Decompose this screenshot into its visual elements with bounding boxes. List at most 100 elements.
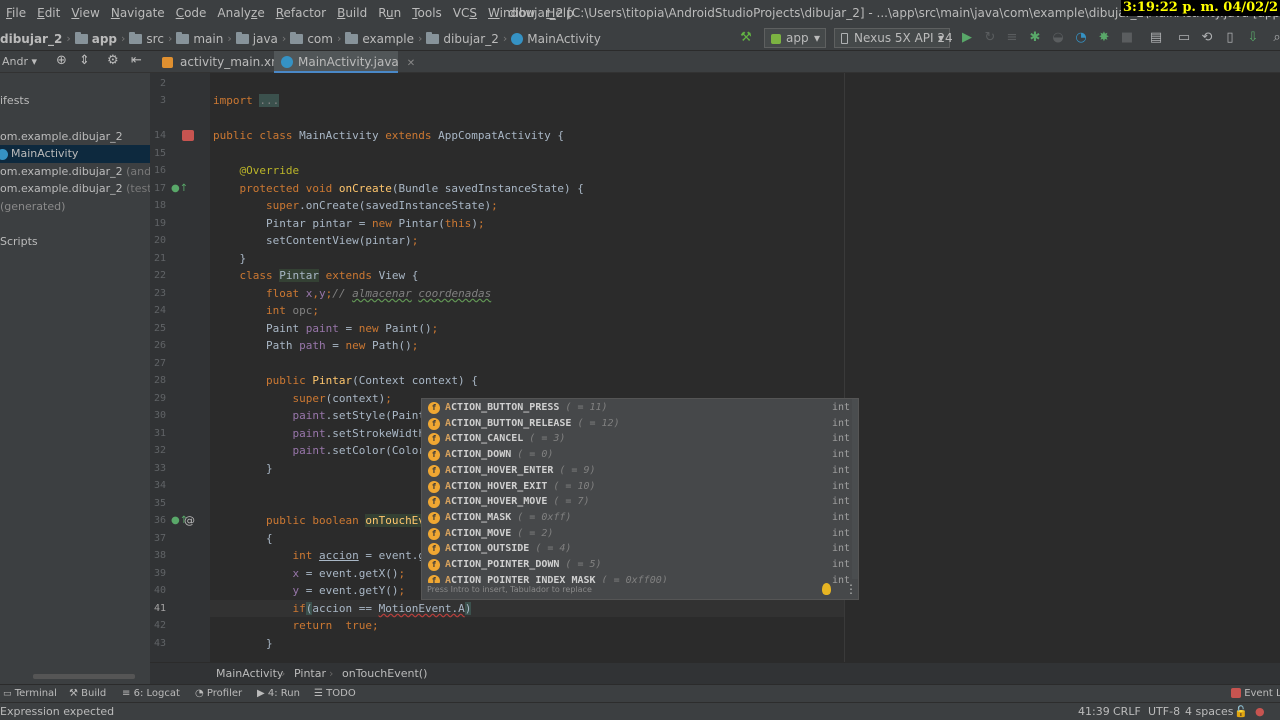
crumb-app[interactable]: app › bbox=[74, 26, 130, 51]
annotation-icon: @ bbox=[184, 514, 195, 527]
override-icon[interactable]: ●↑ bbox=[171, 183, 188, 194]
tab-profiler[interactable]: ◔ Profiler bbox=[195, 685, 242, 703]
project-structure-icon[interactable]: ▤ bbox=[1147, 29, 1165, 47]
crumb-method[interactable]: onTouchEvent() bbox=[342, 663, 427, 685]
code-line-19: Pintar pintar = new Pintar(this); bbox=[213, 217, 485, 230]
tree-item-generated[interactable]: (generated) bbox=[0, 198, 65, 216]
menu-analyze[interactable]: Analyze bbox=[217, 0, 264, 26]
avd-manager-icon[interactable]: ▯ bbox=[1221, 29, 1239, 47]
tab-main-activity-java[interactable]: MainActivity.java ✕ bbox=[274, 51, 415, 73]
lightbulb-icon[interactable] bbox=[822, 583, 831, 595]
tab-build[interactable]: ⚒ Build bbox=[69, 685, 106, 703]
tree-item-main-activity[interactable]: MainActivity bbox=[0, 145, 150, 163]
autocomplete-item[interactable]: f ACTION_CANCEL( = 3) int bbox=[422, 431, 858, 447]
menu-edit[interactable]: Edit bbox=[37, 0, 60, 26]
crumb-main[interactable]: main › bbox=[176, 26, 235, 51]
sync-gradle-icon[interactable]: ⟲ bbox=[1198, 29, 1216, 47]
tree-item-package-test[interactable]: om.example.dibujar_2 (test) bbox=[0, 180, 150, 198]
device-select[interactable]: Nexus 5X API 24 ▾ bbox=[834, 28, 953, 48]
tree-item-package-android-test[interactable]: om.example.dibujar_2 (androidT bbox=[0, 163, 150, 181]
chevron-right-icon: › bbox=[336, 32, 342, 45]
tab-label: activity_main.xml bbox=[180, 55, 287, 69]
collapse-icon[interactable]: ⇕ bbox=[79, 53, 90, 68]
autocomplete-item[interactable]: f ACTION_MASK( = 0xff) int bbox=[422, 510, 858, 526]
line-number: 29 bbox=[153, 393, 166, 404]
tree-item-package[interactable]: om.example.dibujar_2 bbox=[0, 128, 123, 146]
lock-icon[interactable]: 🔓 bbox=[1234, 703, 1248, 720]
crumb-com[interactable]: com › bbox=[290, 26, 345, 51]
profile-icon[interactable]: ◔ bbox=[1072, 29, 1090, 47]
popup-scrollbar[interactable] bbox=[852, 399, 858, 579]
attach-debugger-icon[interactable]: ✸ bbox=[1095, 29, 1113, 47]
run-icon[interactable]: ▶ bbox=[958, 29, 976, 47]
event-log-button[interactable]: Event L bbox=[1231, 685, 1280, 703]
menu-file[interactable]: File bbox=[6, 0, 26, 26]
search-icon[interactable]: ⌕ bbox=[1268, 29, 1280, 47]
autocomplete-item[interactable]: f ACTION_HOVER_EXIT( = 10) int bbox=[422, 479, 858, 495]
field-icon: f bbox=[428, 511, 440, 524]
tab-run[interactable]: ▶ 4: Run bbox=[257, 685, 300, 703]
autocomplete-item[interactable]: f ACTION_BUTTON_RELEASE( = 12) int bbox=[422, 416, 858, 432]
crumb-dibujar_2[interactable]: dibujar_2 › bbox=[0, 26, 75, 51]
sdk-manager-icon[interactable]: ⇩ bbox=[1244, 29, 1262, 47]
tree-item-manifests[interactable]: ifests bbox=[0, 92, 29, 110]
apply-changes-icon[interactable]: ↻ bbox=[981, 29, 999, 47]
menu-build[interactable]: Build bbox=[337, 0, 367, 26]
run-class-icon[interactable] bbox=[182, 130, 194, 141]
menu-vcs[interactable]: VCS bbox=[453, 0, 477, 26]
autocomplete-item[interactable]: f ACTION_MOVE( = 2) int bbox=[422, 526, 858, 542]
crumb-example[interactable]: example › bbox=[345, 26, 426, 51]
menu-view[interactable]: View bbox=[71, 0, 99, 26]
line-separator[interactable]: CRLF bbox=[1113, 703, 1141, 720]
close-icon[interactable]: ✕ bbox=[407, 58, 415, 69]
indent-setting[interactable]: 4 spaces bbox=[1185, 703, 1234, 720]
autocomplete-item[interactable]: f ACTION_HOVER_MOVE( = 7) int bbox=[422, 494, 858, 510]
item-name: CTION_BUTTON_PRESS bbox=[451, 402, 560, 413]
inspector-icon[interactable]: ● bbox=[1255, 703, 1265, 720]
chevron-down-icon: ▾ bbox=[937, 31, 944, 45]
hammer-icon[interactable]: ⚒ bbox=[737, 29, 755, 47]
crumb-dibujar_2[interactable]: dibujar_2 › bbox=[426, 26, 511, 51]
debug-icon[interactable]: ✱ bbox=[1026, 29, 1044, 47]
crumb-inner-class[interactable]: Pintar bbox=[294, 663, 326, 685]
hide-icon[interactable]: ⇤ bbox=[131, 53, 142, 68]
crumb-mainactivity[interactable]: MainActivity bbox=[511, 26, 601, 51]
code-line-32: paint.setColor(Color. bbox=[292, 444, 432, 457]
menu-code[interactable]: Code bbox=[176, 0, 207, 26]
autocomplete-popup[interactable]: f ACTION_BUTTON_PRESS( = 11) int f ACTION_BU… bbox=[421, 398, 859, 600]
run-config-select[interactable]: app ▾ bbox=[764, 28, 826, 48]
menu-tools[interactable]: Tools bbox=[412, 0, 442, 26]
menu-run[interactable]: Run bbox=[378, 0, 401, 26]
autocomplete-item[interactable]: f ACTION_POINTER_DOWN( = 5) int bbox=[422, 557, 858, 573]
autocomplete-item[interactable]: f ACTION_DOWN( = 0) int bbox=[422, 447, 858, 463]
project-view-label[interactable]: Andr bbox=[2, 55, 28, 68]
layout-inspector-icon[interactable]: ▭ bbox=[1175, 29, 1193, 47]
autocomplete-item[interactable]: f ACTION_OUTSIDE( = 4) int bbox=[422, 541, 858, 557]
code-line-16: @Override bbox=[239, 164, 300, 177]
autocomplete-item[interactable]: f ACTION_POINTER_INDEX_MASK( = 0xff00) int bbox=[422, 573, 858, 583]
stop-icon[interactable]: ■ bbox=[1118, 29, 1136, 47]
folder-icon bbox=[129, 31, 143, 44]
apply-code-changes-icon[interactable]: ≡ bbox=[1003, 29, 1021, 47]
autocomplete-item[interactable]: f ACTION_HOVER_ENTER( = 9) int bbox=[422, 463, 858, 479]
chevron-right-icon: › bbox=[66, 32, 71, 45]
crosshair-icon[interactable]: ⊕ bbox=[56, 53, 67, 68]
autocomplete-item[interactable]: f ACTION_BUTTON_PRESS( = 11) int bbox=[422, 400, 858, 416]
file-encoding[interactable]: UTF-8 bbox=[1148, 703, 1180, 720]
menu-refactor[interactable]: Refactor bbox=[276, 0, 326, 26]
crumb-class[interactable]: MainActivity bbox=[216, 663, 283, 685]
tree-item-gradle-scripts[interactable]: Scripts bbox=[0, 233, 38, 251]
tab-logcat[interactable]: ≡ 6: Logcat bbox=[122, 685, 180, 703]
more-options-icon[interactable]: ⋮ bbox=[845, 582, 857, 596]
crumb-src[interactable]: src › bbox=[129, 26, 176, 51]
menu-navigate[interactable]: Navigate bbox=[111, 0, 165, 26]
coverage-icon[interactable]: ◒ bbox=[1049, 29, 1067, 47]
tab-activity-main-xml[interactable]: activity_main.xml✕ bbox=[156, 51, 303, 73]
item-type: int bbox=[831, 449, 850, 461]
gear-icon[interactable]: ⚙ bbox=[107, 53, 119, 68]
crumb-java[interactable]: java › bbox=[235, 26, 291, 51]
caret-position[interactable]: 41:39 bbox=[1078, 703, 1110, 720]
tab-todo[interactable]: ☰ TODO bbox=[314, 685, 356, 703]
tab-terminal[interactable]: ▭ Terminal bbox=[3, 685, 57, 703]
horizontal-scrollbar[interactable] bbox=[33, 674, 135, 679]
